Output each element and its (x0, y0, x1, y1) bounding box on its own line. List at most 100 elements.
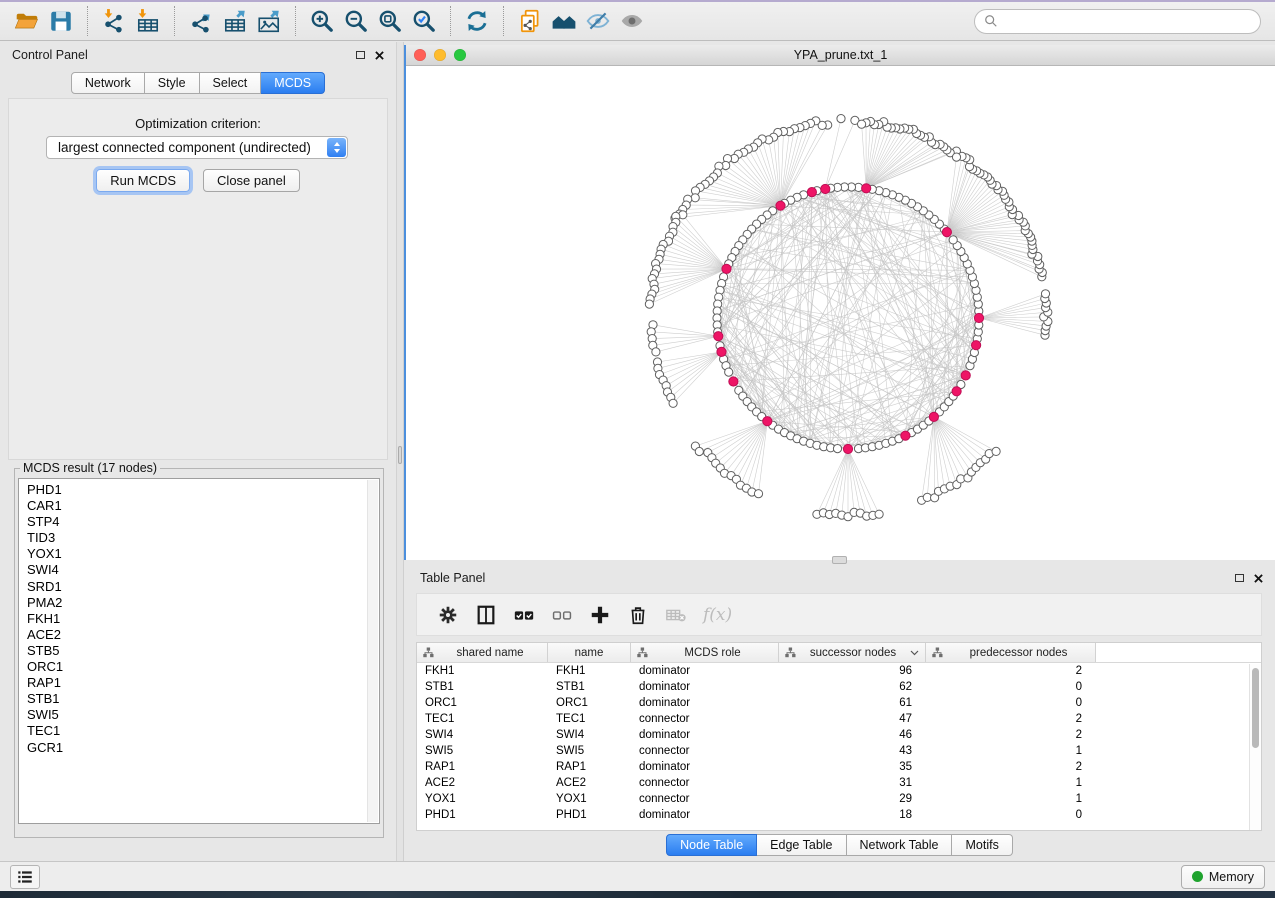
table-scrollbar[interactable] (1249, 664, 1261, 830)
cell-mcds_role: connector (631, 745, 779, 757)
table-settings-button[interactable] (429, 597, 467, 633)
column-header-successor-nodes[interactable]: successor nodes (779, 643, 926, 662)
mcds-list-scrollbar[interactable] (367, 480, 378, 822)
panel-divider[interactable] (396, 42, 404, 861)
dropdown-stepper-icon (327, 138, 346, 157)
table-tab-network-table[interactable]: Network Table (847, 834, 953, 856)
mcds-result-item[interactable]: PHD1 (27, 482, 379, 498)
node-table[interactable]: shared namenameMCDS rolesuccessor nodesp… (416, 642, 1262, 831)
mcds-result-item[interactable]: ACE2 (27, 627, 379, 643)
column-header-predecessor-nodes[interactable]: predecessor nodes (926, 643, 1096, 662)
cell-shared_name: SWI4 (417, 729, 548, 741)
table-row[interactable]: PHD1PHD1dominator180 (417, 807, 1261, 823)
export-table-icon (222, 8, 248, 34)
close-panel-icon[interactable] (375, 51, 384, 60)
table-row[interactable]: FKH1FKH1dominator962 (417, 663, 1261, 679)
cell-predecessor_nodes: 0 (926, 809, 1096, 821)
tab-mcds[interactable]: MCDS (261, 72, 325, 94)
column-header-MCDS-role[interactable]: MCDS role (631, 643, 779, 662)
delete-rows-button[interactable] (619, 597, 657, 633)
table-row[interactable]: STB1STB1dominator620 (417, 679, 1261, 695)
column-type-icon (637, 647, 648, 658)
import-network-button[interactable] (97, 5, 131, 37)
zoom-selected-button[interactable] (407, 5, 441, 37)
mcds-result-item[interactable]: STB1 (27, 691, 379, 707)
mcds-result-item[interactable]: STB5 (27, 643, 379, 659)
zoom-selected-icon (411, 8, 437, 34)
mcds-result-item[interactable]: YOX1 (27, 546, 379, 562)
close-panel-icon[interactable] (1254, 574, 1263, 583)
mcds-result-item[interactable]: SRD1 (27, 579, 379, 595)
show-all-button[interactable] (615, 5, 649, 37)
mcds-result-list[interactable]: PHD1CAR1STP4TID3YOX1SWI4SRD1PMA2FKH1ACE2… (18, 478, 380, 824)
export-image-button[interactable] (252, 5, 286, 37)
mcds-result-item[interactable]: PMA2 (27, 595, 379, 611)
panel-divider-grip[interactable] (398, 446, 402, 464)
deselect-all-button[interactable] (543, 597, 581, 633)
mcds-result-item[interactable]: RAP1 (27, 675, 379, 691)
zoom-in-icon (309, 8, 335, 34)
table-row[interactable]: SWI4SWI4dominator462 (417, 727, 1261, 743)
network-canvas[interactable] (406, 66, 1275, 560)
hide-selected-icon (585, 8, 611, 34)
import-table-button[interactable] (131, 5, 165, 37)
zoom-out-button[interactable] (339, 5, 373, 37)
export-table-button[interactable] (218, 5, 252, 37)
mcds-result-item[interactable]: TEC1 (27, 723, 379, 739)
new-network-from-selection-icon (517, 8, 543, 34)
new-network-from-selection-button[interactable] (513, 5, 547, 37)
mcds-result-item[interactable]: SWI4 (27, 562, 379, 578)
tab-network[interactable]: Network (71, 72, 145, 94)
split-divider-grip[interactable] (832, 556, 847, 564)
cell-shared_name: SWI5 (417, 745, 548, 757)
network-window-titlebar[interactable]: YPA_prune.txt_1 (406, 45, 1275, 66)
control-panel-tabs: NetworkStyleSelectMCDS (0, 72, 396, 94)
float-panel-icon[interactable] (356, 51, 365, 59)
table-row[interactable]: ORC1ORC1dominator610 (417, 695, 1261, 711)
network-graph[interactable] (406, 66, 1275, 560)
show-columns-button[interactable] (467, 597, 505, 633)
criterion-dropdown[interactable]: largest connected component (undirected) (46, 136, 348, 159)
save-session-button[interactable] (44, 5, 78, 37)
search-input[interactable] (1003, 13, 1251, 29)
mcds-result-item[interactable]: FKH1 (27, 611, 379, 627)
first-neighbors-button[interactable] (547, 5, 581, 37)
desktop-wallpaper-bottom (0, 891, 1275, 898)
memory-button[interactable]: Memory (1181, 865, 1265, 889)
export-network-button[interactable] (184, 5, 218, 37)
run-mcds-button[interactable]: Run MCDS (96, 169, 190, 192)
float-panel-icon[interactable] (1235, 574, 1244, 582)
tab-style[interactable]: Style (145, 72, 200, 94)
table-row[interactable]: TEC1TEC1connector472 (417, 711, 1261, 727)
create-column-button[interactable] (581, 597, 619, 633)
mcds-result-item[interactable]: STP4 (27, 514, 379, 530)
select-all-button[interactable] (505, 597, 543, 633)
table-tab-edge-table[interactable]: Edge Table (757, 834, 846, 856)
table-row[interactable]: ACE2ACE2connector311 (417, 775, 1261, 791)
cell-predecessor_nodes: 1 (926, 745, 1096, 757)
mcds-result-item[interactable]: GCR1 (27, 740, 379, 756)
column-header-name[interactable]: name (548, 643, 631, 662)
table-row[interactable]: SWI5SWI5connector431 (417, 743, 1261, 759)
table-tab-motifs[interactable]: Motifs (952, 834, 1012, 856)
hide-selected-button[interactable] (581, 5, 615, 37)
table-tab-node-table[interactable]: Node Table (666, 834, 757, 856)
zoom-in-button[interactable] (305, 5, 339, 37)
cell-mcds_role: connector (631, 777, 779, 789)
mcds-result-item[interactable]: SWI5 (27, 707, 379, 723)
search-box[interactable] (974, 9, 1261, 34)
open-file-button[interactable] (10, 5, 44, 37)
mcds-result-item[interactable]: TID3 (27, 530, 379, 546)
tab-select[interactable]: Select (200, 72, 262, 94)
task-history-button[interactable] (10, 865, 40, 889)
cell-shared_name: FKH1 (417, 665, 548, 677)
mcds-result-item[interactable]: CAR1 (27, 498, 379, 514)
refresh-button[interactable] (460, 5, 494, 37)
close-panel-button[interactable]: Close panel (203, 169, 300, 192)
table-scrollbar-thumb[interactable] (1252, 668, 1259, 748)
table-row[interactable]: RAP1RAP1dominator352 (417, 759, 1261, 775)
table-row[interactable]: YOX1YOX1connector291 (417, 791, 1261, 807)
mcds-result-item[interactable]: ORC1 (27, 659, 379, 675)
zoom-fit-button[interactable] (373, 5, 407, 37)
column-header-shared-name[interactable]: shared name (417, 643, 548, 662)
